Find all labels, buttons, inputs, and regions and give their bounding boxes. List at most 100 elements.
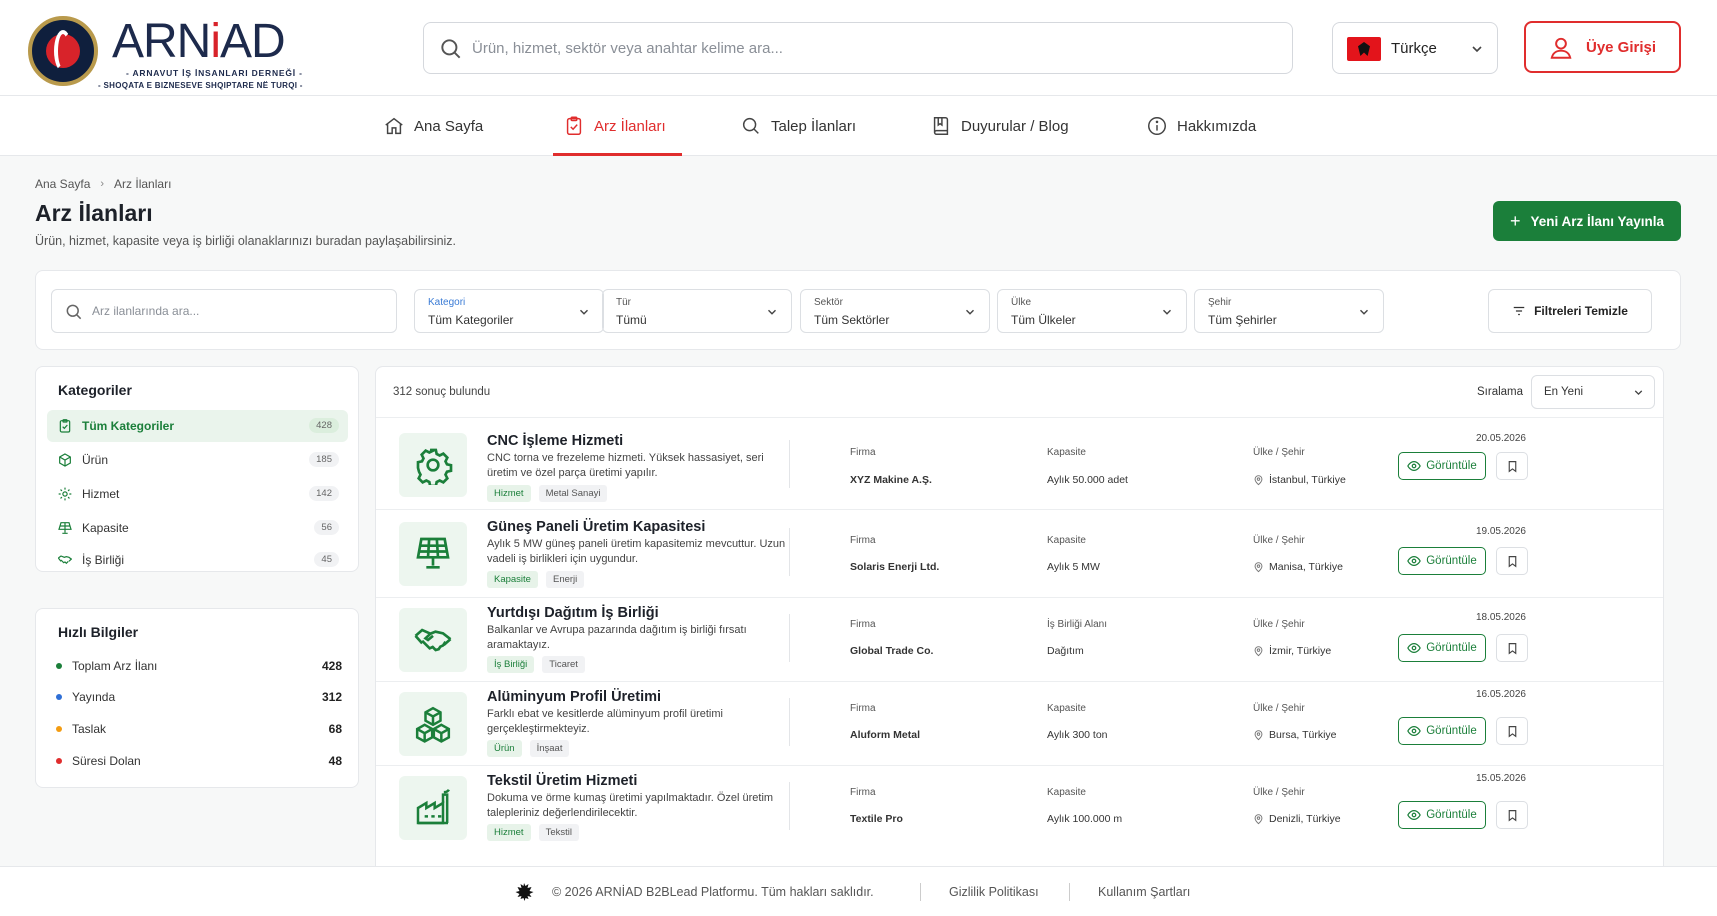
info-label: Toplam Arz İlanı (72, 659, 158, 673)
bookmark-icon (1508, 555, 1516, 568)
info-label: Yayında (72, 690, 116, 704)
listing-thumbnail (399, 433, 467, 497)
listing-title[interactable]: Alüminyum Profil Üretimi (487, 689, 661, 705)
nav-duyurular-blog[interactable]: Duyurular / Blog (930, 96, 1069, 156)
listing-card[interactable]: Tekstil Üretim Hizmeti Dokuma ve örme ku… (376, 765, 1663, 853)
sort-select[interactable]: En Yeni (1531, 375, 1655, 409)
global-search-input[interactable] (472, 24, 1272, 72)
language-select[interactable]: Türkçe (1332, 22, 1498, 74)
arniad-logo[interactable]: ARNiAD - ARNAVUT İŞ İNSANLARI DERNEĞİ - … (28, 14, 318, 90)
login-button[interactable]: Üye Girişi (1524, 21, 1681, 73)
view-button[interactable]: Görüntüle (1398, 717, 1486, 745)
bookmark-icon (1508, 460, 1516, 473)
new-listing-button[interactable]: + Yeni Arz İlanı Yayınla (1493, 201, 1681, 241)
category-count: 185 (309, 452, 339, 467)
listing-date: 18.05.2026 (1475, 612, 1526, 623)
filter-category[interactable]: Kategori Tüm Kategoriler (414, 289, 604, 333)
info-expired: Süresi Dolan 48 (56, 751, 342, 771)
filter-type[interactable]: Tür Tümü (602, 289, 792, 333)
bookmark-button[interactable] (1496, 801, 1528, 829)
company-name: Solaris Enerji Ltd. (850, 561, 940, 573)
location: Bursa, Türkiye (1253, 729, 1337, 741)
listing-description: Aylık 5 MW güneş paneli üretim kapasitem… (487, 538, 786, 565)
filter-label: Şehir (1208, 297, 1232, 308)
view-button[interactable]: Görüntüle (1398, 547, 1486, 575)
eye-icon (1407, 726, 1422, 736)
filter-label: Kategori (428, 297, 466, 308)
filter-city[interactable]: Şehir Tüm Şehirler (1194, 289, 1384, 333)
view-label: Görüntüle (1426, 642, 1477, 654)
terms-link[interactable]: Kullanım Şartları (1098, 885, 1190, 899)
bookmark-button[interactable] (1496, 634, 1528, 662)
listing-card[interactable]: Alüminyum Profil Üretimi Farklı ebat ve … (376, 681, 1663, 765)
listing-title[interactable]: Tekstil Üretim Hizmeti (487, 773, 637, 789)
book-icon (933, 117, 949, 135)
listing-card[interactable]: CNC İşleme Hizmeti CNC torna ve frezelem… (376, 417, 1663, 509)
info-label: Süresi Dolan (72, 754, 141, 768)
search-icon (742, 117, 759, 134)
category-hizmet[interactable]: Hizmet 142 (47, 478, 348, 510)
filter-value: Tüm Ülkeler (1011, 313, 1076, 327)
location: İzmir, Türkiye (1253, 645, 1331, 657)
quick-info-heading: Hızlı Bilgiler (58, 624, 139, 640)
company-name: XYZ Makine A.Ş. (850, 474, 932, 486)
eye-icon (1407, 643, 1422, 653)
filter-country[interactable]: Ülke Tüm Ülkeler (997, 289, 1187, 333)
view-button[interactable]: Görüntüle (1398, 801, 1486, 829)
albania-flag-icon (1347, 37, 1381, 61)
category-count: 45 (314, 552, 339, 567)
bookmark-button[interactable] (1496, 452, 1528, 480)
view-button[interactable]: Görüntüle (1398, 634, 1486, 662)
category-kapasite[interactable]: Kapasite 56 (47, 512, 348, 544)
listing-card[interactable]: Yurtdışı Dağıtım İş Birliği Balkanlar ve… (376, 597, 1663, 681)
location-label: Ülke / Şehir (1253, 619, 1305, 630)
metric-label: İş Birliği Alanı (1047, 619, 1108, 630)
filter-label: Ülke (1011, 297, 1032, 308)
site-footer: © 2026 ARNİAD B2BLead Platformu. Tüm hak… (0, 866, 1717, 916)
filter-label: Tür (616, 297, 631, 308)
info-total: Toplam Arz İlanı 428 (56, 656, 342, 676)
solar-panel-icon (416, 537, 450, 569)
clear-filters-button[interactable]: Filtreleri Temizle (1488, 289, 1652, 333)
listing-card[interactable]: Güneş Paneli Üretim Kapasitesi Aylık 5 M… (376, 509, 1663, 597)
metric-value: Aylık 100.000 m (1047, 813, 1123, 825)
listing-description: Dokuma ve örme kumaş üretimi yapılmaktad… (487, 792, 774, 819)
listing-date: 19.05.2026 (1475, 526, 1526, 537)
nav-hakkimizda[interactable]: Hakkımızda (1146, 96, 1256, 156)
listing-date: 20.05.2026 (1475, 433, 1526, 444)
location-text: Bursa, Türkiye (1269, 729, 1337, 741)
nav-home[interactable]: Ana Sayfa (383, 96, 483, 156)
bookmark-button[interactable] (1496, 547, 1528, 575)
info-value: 48 (328, 754, 342, 768)
location-text: Denizli, Türkiye (1269, 813, 1341, 825)
listing-description: Farklı ebat ve kesitlerde alüminyum prof… (487, 708, 723, 735)
listing-title[interactable]: Yurtdışı Dağıtım İş Birliği (487, 605, 659, 621)
categories-panel: Kategoriler Tüm Kategoriler 428 Ürün 185… (35, 366, 359, 572)
boxes-icon (415, 706, 451, 743)
listing-thumbnail (399, 608, 467, 672)
listing-title[interactable]: Güneş Paneli Üretim Kapasitesi (487, 519, 705, 535)
view-button[interactable]: Görüntüle (1398, 452, 1486, 480)
listing-sector-tag: Ticaret (542, 656, 585, 673)
category-is-birligi[interactable]: İş Birliği 45 (47, 544, 348, 576)
category-all[interactable]: Tüm Kategoriler 428 (47, 410, 348, 442)
map-pin-icon (1254, 813, 1263, 824)
location-label: Ülke / Şehir (1253, 535, 1305, 546)
category-label: Hizmet (82, 487, 120, 501)
info-label: Taslak (72, 722, 107, 736)
privacy-link[interactable]: Gizlilik Politikası (949, 885, 1039, 899)
chevron-down-icon (580, 309, 588, 315)
filter-sector[interactable]: Sektör Tüm Sektörler (800, 289, 990, 333)
category-urun[interactable]: Ürün 185 (47, 444, 348, 476)
bookmark-icon (1508, 809, 1516, 822)
filter-value: Tümü (616, 313, 647, 327)
nav-arz-ilanlari[interactable]: Arz İlanları (553, 96, 682, 156)
status-dot (56, 663, 62, 669)
listing-search-input[interactable] (92, 291, 382, 331)
category-count: 56 (314, 520, 339, 535)
breadcrumb-home[interactable]: Ana Sayfa (35, 177, 90, 191)
listing-title[interactable]: CNC İşleme Hizmeti (487, 433, 623, 449)
nav-talep-ilanlari[interactable]: Talep İlanları (740, 96, 856, 156)
bookmark-button[interactable] (1496, 717, 1528, 745)
search-icon (66, 304, 82, 320)
